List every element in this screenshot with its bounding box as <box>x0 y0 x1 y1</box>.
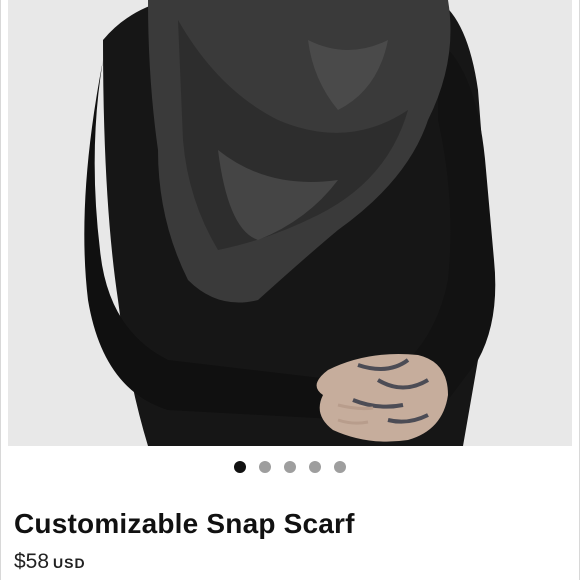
left-border <box>0 0 1 580</box>
product-image[interactable] <box>8 0 572 446</box>
price-currency: USD <box>53 555 86 571</box>
product-photo-illustration <box>8 0 572 446</box>
carousel-indicators <box>0 460 580 474</box>
carousel-dot-4[interactable] <box>309 461 321 473</box>
carousel-dot-2[interactable] <box>259 461 271 473</box>
product-price: $58 <box>14 550 50 573</box>
price-row: $58 USD <box>14 550 86 574</box>
carousel-dot-5[interactable] <box>334 461 346 473</box>
carousel-dot-3[interactable] <box>284 461 296 473</box>
carousel-dot-1[interactable] <box>234 461 246 473</box>
product-title: Customizable Snap Scarf <box>14 508 355 539</box>
